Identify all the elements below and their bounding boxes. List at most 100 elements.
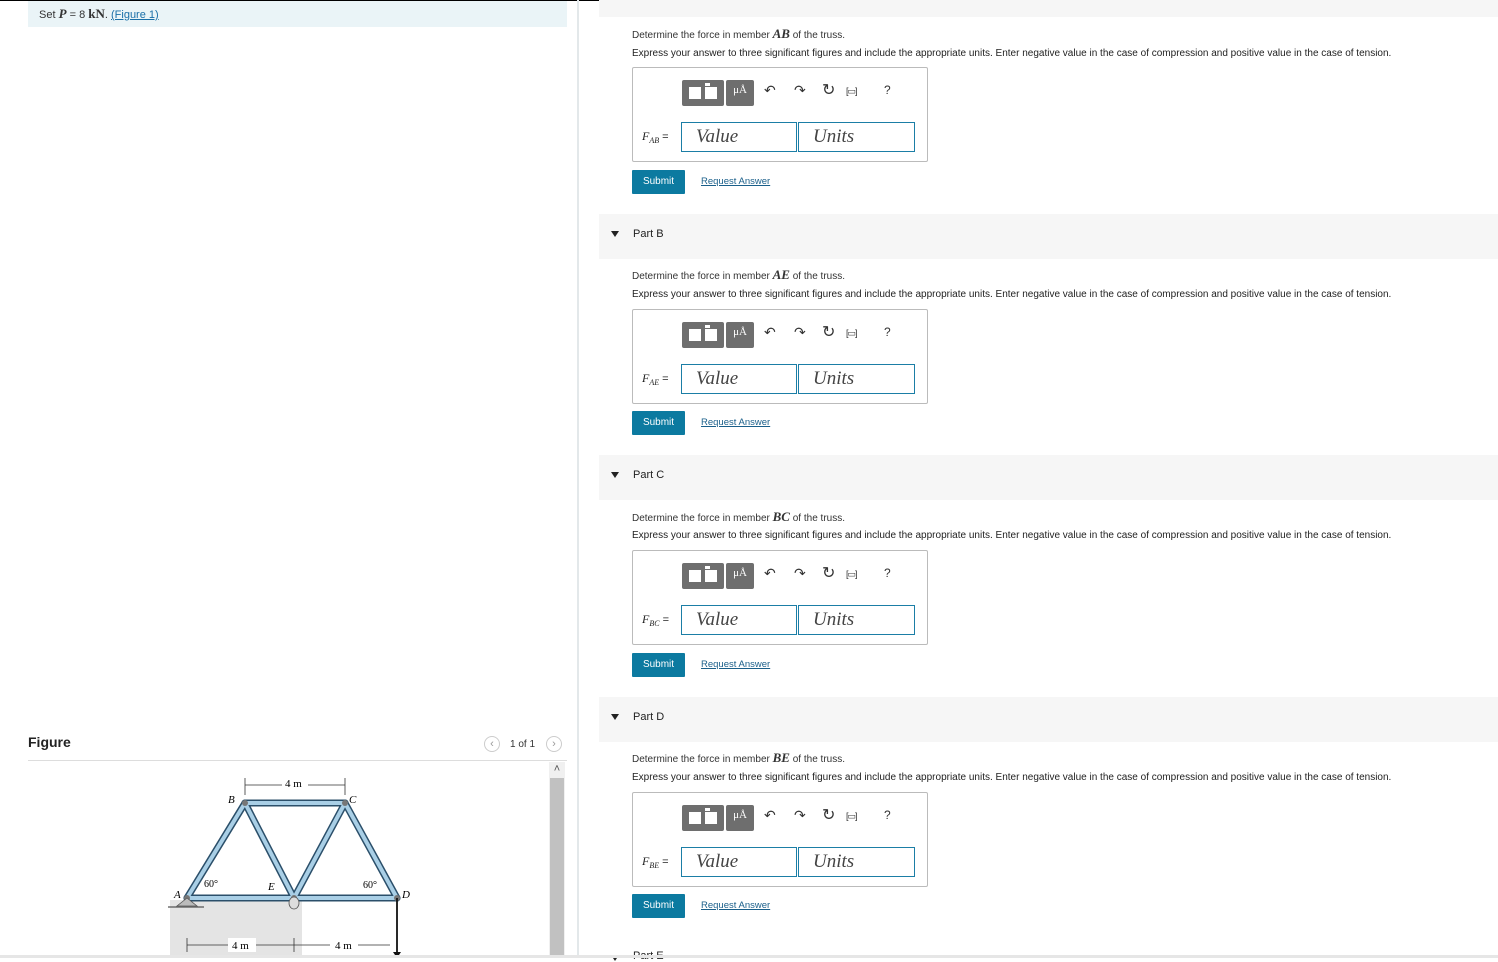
figure-divider (28, 760, 567, 761)
chevron-up-icon[interactable]: ˄ (549, 762, 565, 776)
part-b-submit-button[interactable]: Submit (632, 411, 685, 435)
part-d-request-answer-link[interactable]: Request Answer (701, 900, 770, 911)
keyboard-icon[interactable]: [▭] (846, 328, 857, 339)
part-b-value-input[interactable]: Value (681, 364, 797, 394)
units-icon[interactable]: μÅ (726, 563, 754, 589)
redo-icon[interactable]: ↷ (794, 807, 806, 824)
part-d-units-input[interactable]: Units (798, 847, 915, 877)
help-icon[interactable]: ? (884, 808, 891, 822)
label-e: E (267, 881, 275, 893)
part-d-header[interactable]: Part D (599, 697, 1498, 742)
undo-icon[interactable]: ↶ (764, 807, 776, 824)
angle-left-label: 60° (204, 879, 218, 890)
part-b-member: AE (772, 267, 790, 282)
part-d-q-pre: Determine the force in member (632, 754, 773, 765)
right-panel: Determine the force in member AB of the … (599, 0, 1498, 962)
part-c-header[interactable]: Part C (599, 455, 1498, 500)
help-icon[interactable]: ? (884, 83, 891, 97)
part-a-field-label: FAB = (642, 129, 669, 145)
part-d-instructions: Express your answer to three significant… (632, 772, 1392, 783)
reset-icon[interactable]: ↻ (822, 563, 835, 583)
joint-c (342, 800, 348, 806)
part-c-question: Determine the force in member BC of the … (632, 509, 845, 525)
joint-b (242, 800, 248, 806)
part-d-submit-button[interactable]: Submit (632, 894, 685, 918)
part-d-field-eq: = (659, 856, 669, 868)
part-b-answer-box: μÅ ↶ ↷ ↻ [▭] ? FAE = Value Units (632, 309, 928, 404)
part-b-q-post: of the truss. (789, 271, 845, 282)
part-b-header[interactable]: Part B (599, 214, 1498, 259)
keyboard-icon[interactable]: [▭] (846, 569, 857, 580)
member-ce-fill (292, 801, 347, 900)
figure-link[interactable]: (Figure 1) (111, 9, 159, 21)
part-c-value-input[interactable]: Value (681, 605, 797, 635)
part-b-field-sub: AE (649, 378, 660, 388)
part-b-units-input[interactable]: Units (798, 364, 915, 394)
angle-right-label: 60° (363, 880, 377, 891)
undo-icon[interactable]: ↶ (764, 324, 776, 341)
help-icon[interactable]: ? (884, 566, 891, 580)
part-b-q-pre: Determine the force in member (632, 271, 773, 282)
part-a-header-band (599, 0, 1498, 17)
part-c-field-label: FBC = (642, 612, 669, 628)
units-icon[interactable]: μÅ (726, 322, 754, 348)
part-a-submit-button[interactable]: Submit (632, 170, 685, 194)
part-b-question: Determine the force in member AE of the … (632, 267, 845, 283)
given-prefix: Set (39, 9, 56, 21)
top-dim-label: 4 m (285, 778, 302, 790)
reset-icon[interactable]: ↻ (822, 322, 835, 342)
given-bar: Set P = 8 kN. (Figure 1) (28, 1, 567, 27)
label-b: B (228, 794, 235, 806)
part-c-units-input[interactable]: Units (798, 605, 915, 635)
bot-dim-left-label: 4 m (232, 940, 249, 952)
undo-icon[interactable]: ↶ (764, 82, 776, 99)
part-c-field-sub: BC (649, 619, 660, 629)
part-d-member: BE (772, 750, 790, 765)
redo-icon[interactable]: ↷ (794, 565, 806, 582)
part-a-instructions: Express your answer to three significant… (632, 48, 1392, 59)
part-a-units-input[interactable]: Units (798, 122, 915, 152)
label-d: D (401, 889, 410, 901)
given-eq: = 8 (66, 9, 89, 21)
part-a-q-post: of the truss. (789, 30, 845, 41)
support-e (288, 896, 300, 910)
given-text: Set P = 8 kN. (Figure 1) (39, 6, 159, 22)
part-c-q-post: of the truss. (789, 513, 845, 524)
part-c-request-answer-link[interactable]: Request Answer (701, 659, 770, 670)
redo-icon[interactable]: ↷ (794, 324, 806, 341)
part-a-field-sub: AB (649, 136, 660, 146)
part-a-question: Determine the force in member AB of the … (632, 26, 845, 42)
chevron-right-icon[interactable]: › (546, 736, 562, 752)
templates-icon[interactable] (682, 322, 724, 348)
part-b-field-eq: = (659, 373, 669, 385)
caret-down-icon (611, 231, 619, 237)
part-d-value-input[interactable]: Value (681, 847, 797, 877)
part-c-instructions: Express your answer to three significant… (632, 530, 1392, 541)
part-c-q-pre: Determine the force in member (632, 513, 773, 524)
chevron-left-icon[interactable]: ‹ (484, 736, 500, 752)
units-icon[interactable]: μÅ (726, 805, 754, 831)
part-c-submit-button[interactable]: Submit (632, 653, 685, 677)
part-a-value-input[interactable]: Value (681, 122, 797, 152)
truss-figure: 4 m 4 m 4 m B C A E D 60° 60° (168, 776, 410, 958)
part-a-request-answer-link[interactable]: Request Answer (701, 176, 770, 187)
keyboard-icon[interactable]: [▭] (846, 86, 857, 97)
keyboard-icon[interactable]: [▭] (846, 811, 857, 822)
part-c-answer-box: μÅ ↶ ↷ ↻ [▭] ? FBC = Value Units (632, 550, 928, 645)
undo-icon[interactable]: ↶ (764, 565, 776, 582)
part-b-field-label: FAE = (642, 371, 669, 387)
units-icon[interactable]: μÅ (726, 80, 754, 106)
redo-icon[interactable]: ↷ (794, 82, 806, 99)
reset-icon[interactable]: ↻ (822, 805, 835, 825)
part-b-request-answer-link[interactable]: Request Answer (701, 417, 770, 428)
templates-icon[interactable] (682, 805, 724, 831)
templates-icon[interactable] (682, 563, 724, 589)
given-symbol: P (58, 6, 67, 21)
part-d-field-sub: BE (649, 861, 660, 871)
reset-icon[interactable]: ↻ (822, 80, 835, 100)
help-icon[interactable]: ? (884, 325, 891, 339)
label-a: A (173, 889, 181, 901)
figure-scroll-thumb[interactable] (550, 778, 564, 958)
given-unit: kN (88, 6, 105, 21)
templates-icon[interactable] (682, 80, 724, 106)
